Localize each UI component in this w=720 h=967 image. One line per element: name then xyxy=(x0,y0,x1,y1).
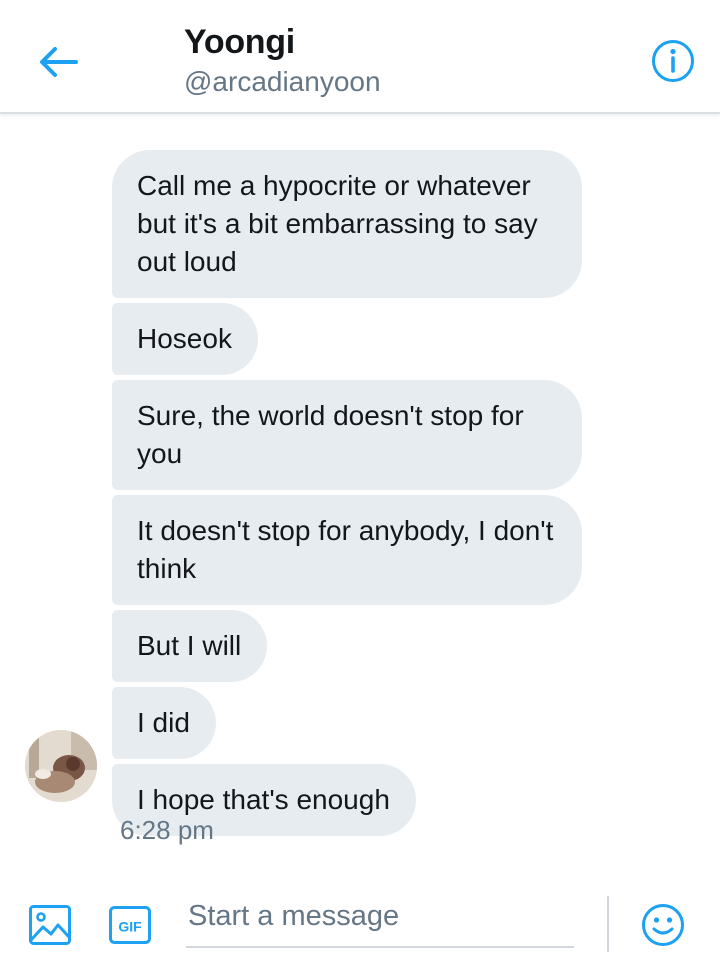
message-bubble[interactable]: It doesn't stop for anybody, I don't thi… xyxy=(112,495,582,605)
conversation-title-block[interactable]: Yoongi @arcadianyoon xyxy=(184,22,381,100)
svg-text:GIF: GIF xyxy=(118,919,142,935)
avatar[interactable] xyxy=(25,730,97,802)
contact-handle: @arcadianyoon xyxy=(184,66,381,97)
arrow-left-icon xyxy=(40,47,78,77)
add-gif-button[interactable]: GIF xyxy=(108,904,152,946)
message-bubble[interactable]: Sure, the world doesn't stop for you xyxy=(112,380,582,490)
add-photo-button[interactable] xyxy=(28,904,72,946)
message-bubble[interactable]: I did xyxy=(112,687,216,759)
message-bubble[interactable]: Call me a hypocrite or whatever but it's… xyxy=(112,150,582,298)
message-bubble[interactable]: But I will xyxy=(112,610,268,682)
message-timestamp: 6:28 pm xyxy=(120,815,214,845)
gif-icon: GIF xyxy=(109,906,151,944)
emoji-button[interactable] xyxy=(640,902,686,948)
message-bubble[interactable]: Hoseok xyxy=(112,303,258,375)
avatar-photo xyxy=(25,730,97,802)
image-icon xyxy=(29,905,71,945)
message-composer: GIF xyxy=(0,878,720,967)
message-input[interactable] xyxy=(186,892,574,948)
smiley-icon xyxy=(642,904,684,946)
message-thread: Call me a hypocrite or whatever but it's… xyxy=(112,150,672,841)
contact-name: Yoongi xyxy=(184,23,295,61)
back-button[interactable] xyxy=(34,38,82,86)
info-button[interactable] xyxy=(650,38,696,84)
info-circle-icon xyxy=(652,40,694,82)
composer-divider xyxy=(607,896,609,952)
conversation-header: Yoongi @arcadianyoon xyxy=(0,0,720,114)
